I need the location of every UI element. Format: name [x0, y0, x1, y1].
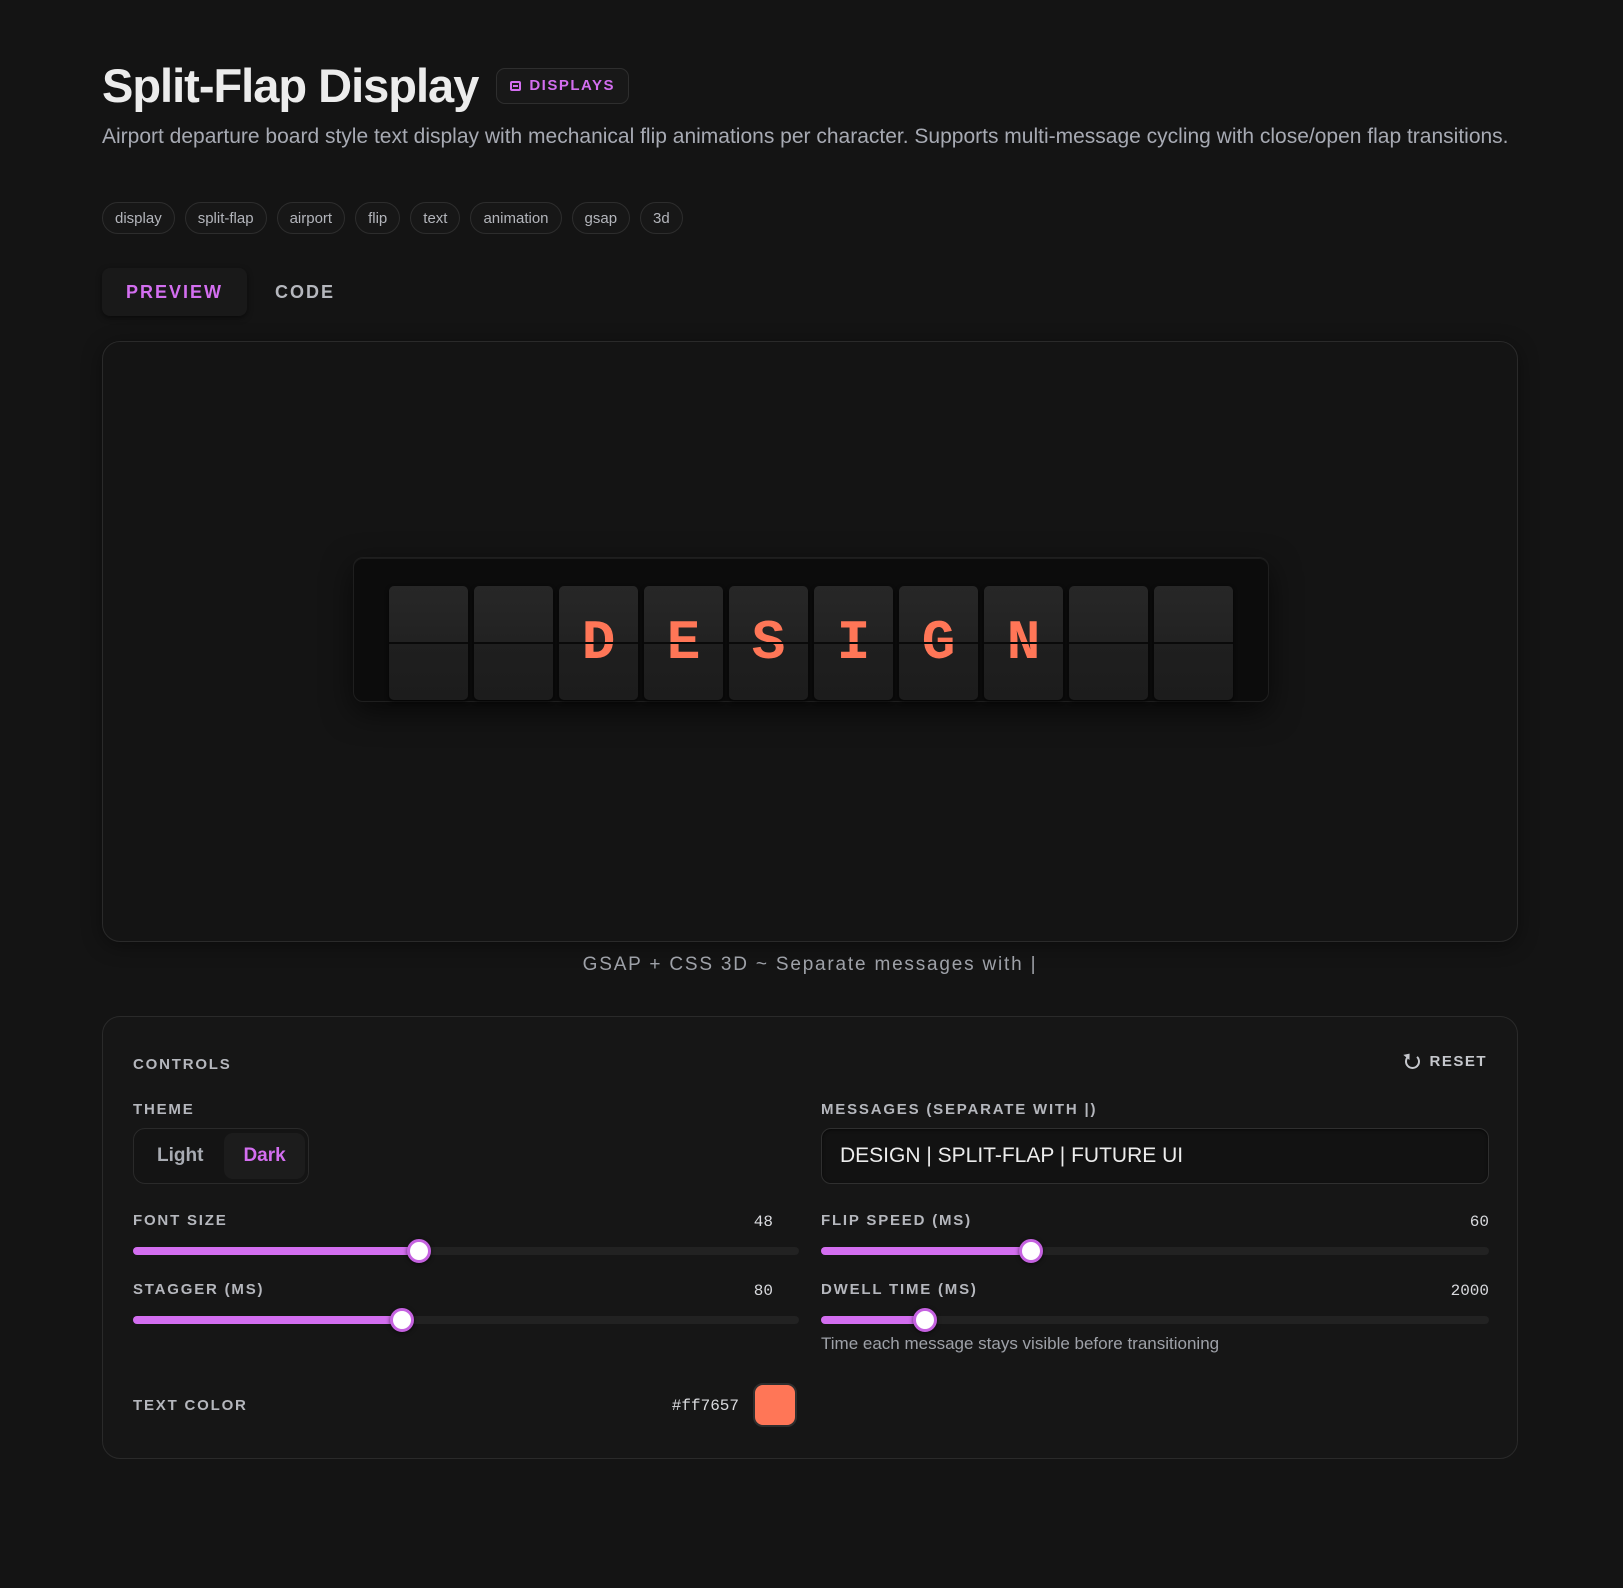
text-color-value: #ff7657 — [671, 1397, 739, 1415]
tag[interactable]: flip — [355, 202, 401, 234]
flap-cell: S — [729, 586, 808, 700]
dwell-time-hint: Time each message stays visible before t… — [821, 1334, 1220, 1353]
flip-speed-label: FLIP SPEED (MS) — [821, 1212, 972, 1229]
flap-cell: E — [644, 586, 723, 700]
display-icon — [510, 80, 522, 91]
flap-cell — [1154, 586, 1233, 700]
split-flap-board: D E S I G N — [353, 557, 1269, 702]
flap-cell — [389, 586, 468, 700]
tag[interactable]: display — [102, 202, 175, 234]
dwell-time-label: DWELL TIME (MS) — [821, 1281, 978, 1298]
slider-fill — [821, 1316, 925, 1324]
preview-panel: D E S I G N — [102, 341, 1518, 942]
text-color-label: TEXT COLOR — [133, 1397, 248, 1414]
stagger-slider[interactable] — [133, 1308, 799, 1332]
title-row: Split-Flap Display DISPLAYS — [102, 58, 629, 113]
stagger-value: 80 — [753, 1282, 773, 1300]
tab-preview[interactable]: PREVIEW — [102, 268, 248, 316]
tab-code[interactable]: CODE — [251, 268, 359, 316]
tag[interactable]: split-flap — [184, 202, 267, 234]
slider-thumb[interactable] — [390, 1308, 415, 1332]
theme-toggle: Light Dark — [133, 1128, 309, 1184]
controls-panel: CONTROLS RESET THEME Light Dark MESSAGES… — [102, 1016, 1518, 1459]
slider-fill — [821, 1247, 1032, 1255]
flip-speed-slider[interactable] — [821, 1239, 1489, 1263]
slider-thumb[interactable] — [1019, 1239, 1044, 1263]
theme-option-dark[interactable]: Dark — [224, 1133, 305, 1179]
slider-thumb[interactable] — [407, 1239, 432, 1263]
font-size-slider[interactable] — [133, 1239, 799, 1263]
slider-fill — [133, 1316, 403, 1324]
font-size-label: FONT SIZE — [133, 1212, 228, 1229]
messages-input[interactable] — [821, 1128, 1489, 1184]
reset-button[interactable]: RESET — [1405, 1053, 1487, 1070]
tag-list: display split-flap airport flip text ani… — [102, 202, 683, 234]
slider-thumb[interactable] — [912, 1308, 937, 1332]
reset-icon — [1405, 1054, 1421, 1069]
flap-cell — [1069, 586, 1148, 700]
flap-cell: I — [814, 586, 893, 700]
reset-label: RESET — [1429, 1053, 1487, 1070]
tag[interactable]: 3d — [640, 202, 683, 234]
text-color-swatch[interactable] — [753, 1383, 797, 1427]
stagger-label: STAGGER (MS) — [133, 1281, 265, 1298]
flap-cell — [474, 586, 553, 700]
tag[interactable]: gsap — [571, 202, 631, 234]
page-description: Airport departure board style text displ… — [102, 125, 1509, 148]
flip-speed-value: 60 — [1469, 1213, 1489, 1231]
theme-option-light[interactable]: Light — [138, 1133, 222, 1179]
tag[interactable]: airport — [276, 202, 346, 234]
page-title: Split-Flap Display — [102, 59, 479, 112]
tag[interactable]: text — [410, 202, 461, 234]
preview-caption: GSAP + CSS 3D ~ Separate messages with | — [582, 954, 1038, 975]
category-badge-label: DISPLAYS — [529, 77, 615, 94]
category-badge[interactable]: DISPLAYS — [496, 67, 629, 104]
controls-title: CONTROLS — [133, 1056, 232, 1073]
view-tabs: PREVIEW CODE — [102, 268, 359, 316]
flap-cell: N — [984, 586, 1063, 700]
tag[interactable]: animation — [470, 202, 562, 234]
dwell-time-slider[interactable] — [821, 1308, 1489, 1332]
theme-label: THEME — [133, 1101, 195, 1118]
font-size-value: 48 — [753, 1213, 773, 1231]
dwell-time-value: 2000 — [1450, 1282, 1489, 1300]
flap-cell: G — [899, 586, 978, 700]
messages-label: MESSAGES (SEPARATE WITH |) — [821, 1101, 1098, 1118]
flap-cell: D — [559, 586, 638, 700]
slider-fill — [133, 1247, 420, 1255]
